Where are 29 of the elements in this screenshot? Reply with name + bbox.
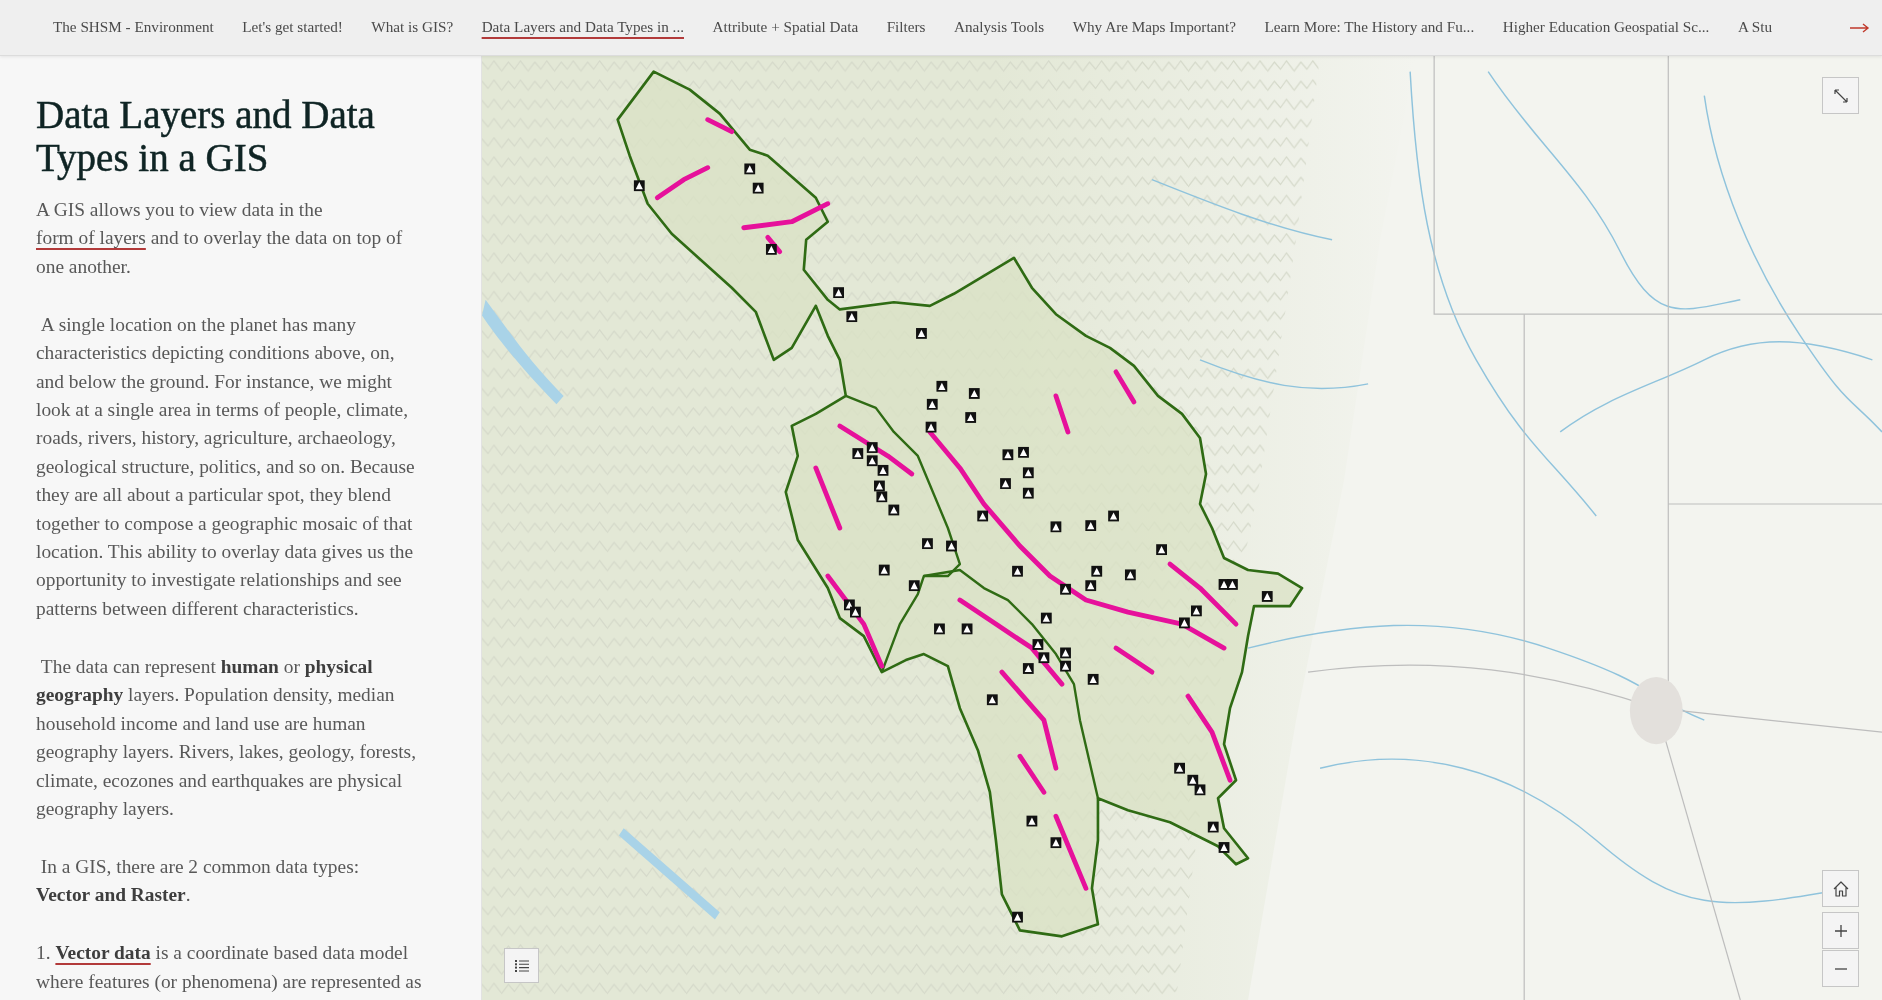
expand-button[interactable] (1822, 77, 1859, 114)
body-paragraph: In a GIS, there are 2 common data types: Vector and Raster. (36, 854, 361, 908)
nav-tab[interactable]: Why Are Maps Important? (1072, 11, 1236, 44)
legend-button[interactable] (504, 948, 539, 983)
nav-tab[interactable]: Let's get started! (242, 11, 343, 44)
body-paragraph: The data can represent human or physical geography layers. Population density, median household income and land use are human geography layers. Rivers, lakes, geology, forests, climate, ecozones and earthquakes are physical geography layers. (36, 654, 417, 821)
nav-tab[interactable]: A Stu (1737, 11, 1773, 44)
nav-tab[interactable]: Attribute + Spatial Data (712, 11, 859, 44)
nav-tab[interactable]: What is GIS? (371, 11, 454, 44)
body-paragraph: A GIS allows you to view data in the form of layers and to overlay the data on top of one another. (36, 198, 404, 279)
text-link[interactable]: form of layers (36, 227, 146, 249)
nav-tab[interactable]: Analysis Tools (953, 11, 1045, 44)
nav-tab[interactable]: Data Layers and Data Types in ... (481, 11, 684, 44)
arrow-right-icon (1850, 22, 1870, 33)
body-paragraph: A single location on the planet has many characteristics depicting conditions above, on, and below the ground. For instance, we might look at a single area in terms of people, climate, roads, rivers, history, agriculture, archaeology, geological structure, politics, and so on. Because they are all about a particular spot, they blend together to compose a geographic mosaic of that location. This ability to overlay data gives us the opportunity to investigate relationships and see patterns between different characteristics. (36, 312, 416, 621)
body-paragraph: 1. Vector data is a coordinate based data model where features (or phenomena) are represented as (36, 941, 423, 994)
plus-icon (1834, 924, 1847, 937)
nav-tab[interactable]: Higher Education Geospatial Sc... (1502, 11, 1710, 44)
home-button[interactable] (1822, 870, 1859, 907)
expand-icon (1833, 88, 1848, 103)
panel-title: Data Layers and Data Types in a GIS (36, 93, 376, 179)
minus-icon (1834, 967, 1847, 970)
text-link[interactable]: Vector data (55, 942, 151, 964)
nav-tab[interactable]: The SHSM - Environment (53, 11, 214, 44)
nav-tab[interactable]: Filters (886, 11, 926, 44)
home-icon (1832, 880, 1849, 897)
list-icon (514, 959, 529, 972)
nav-tab[interactable]: Learn More: The History and Fu... (1264, 11, 1475, 44)
zoom-in-button[interactable] (1822, 912, 1859, 949)
